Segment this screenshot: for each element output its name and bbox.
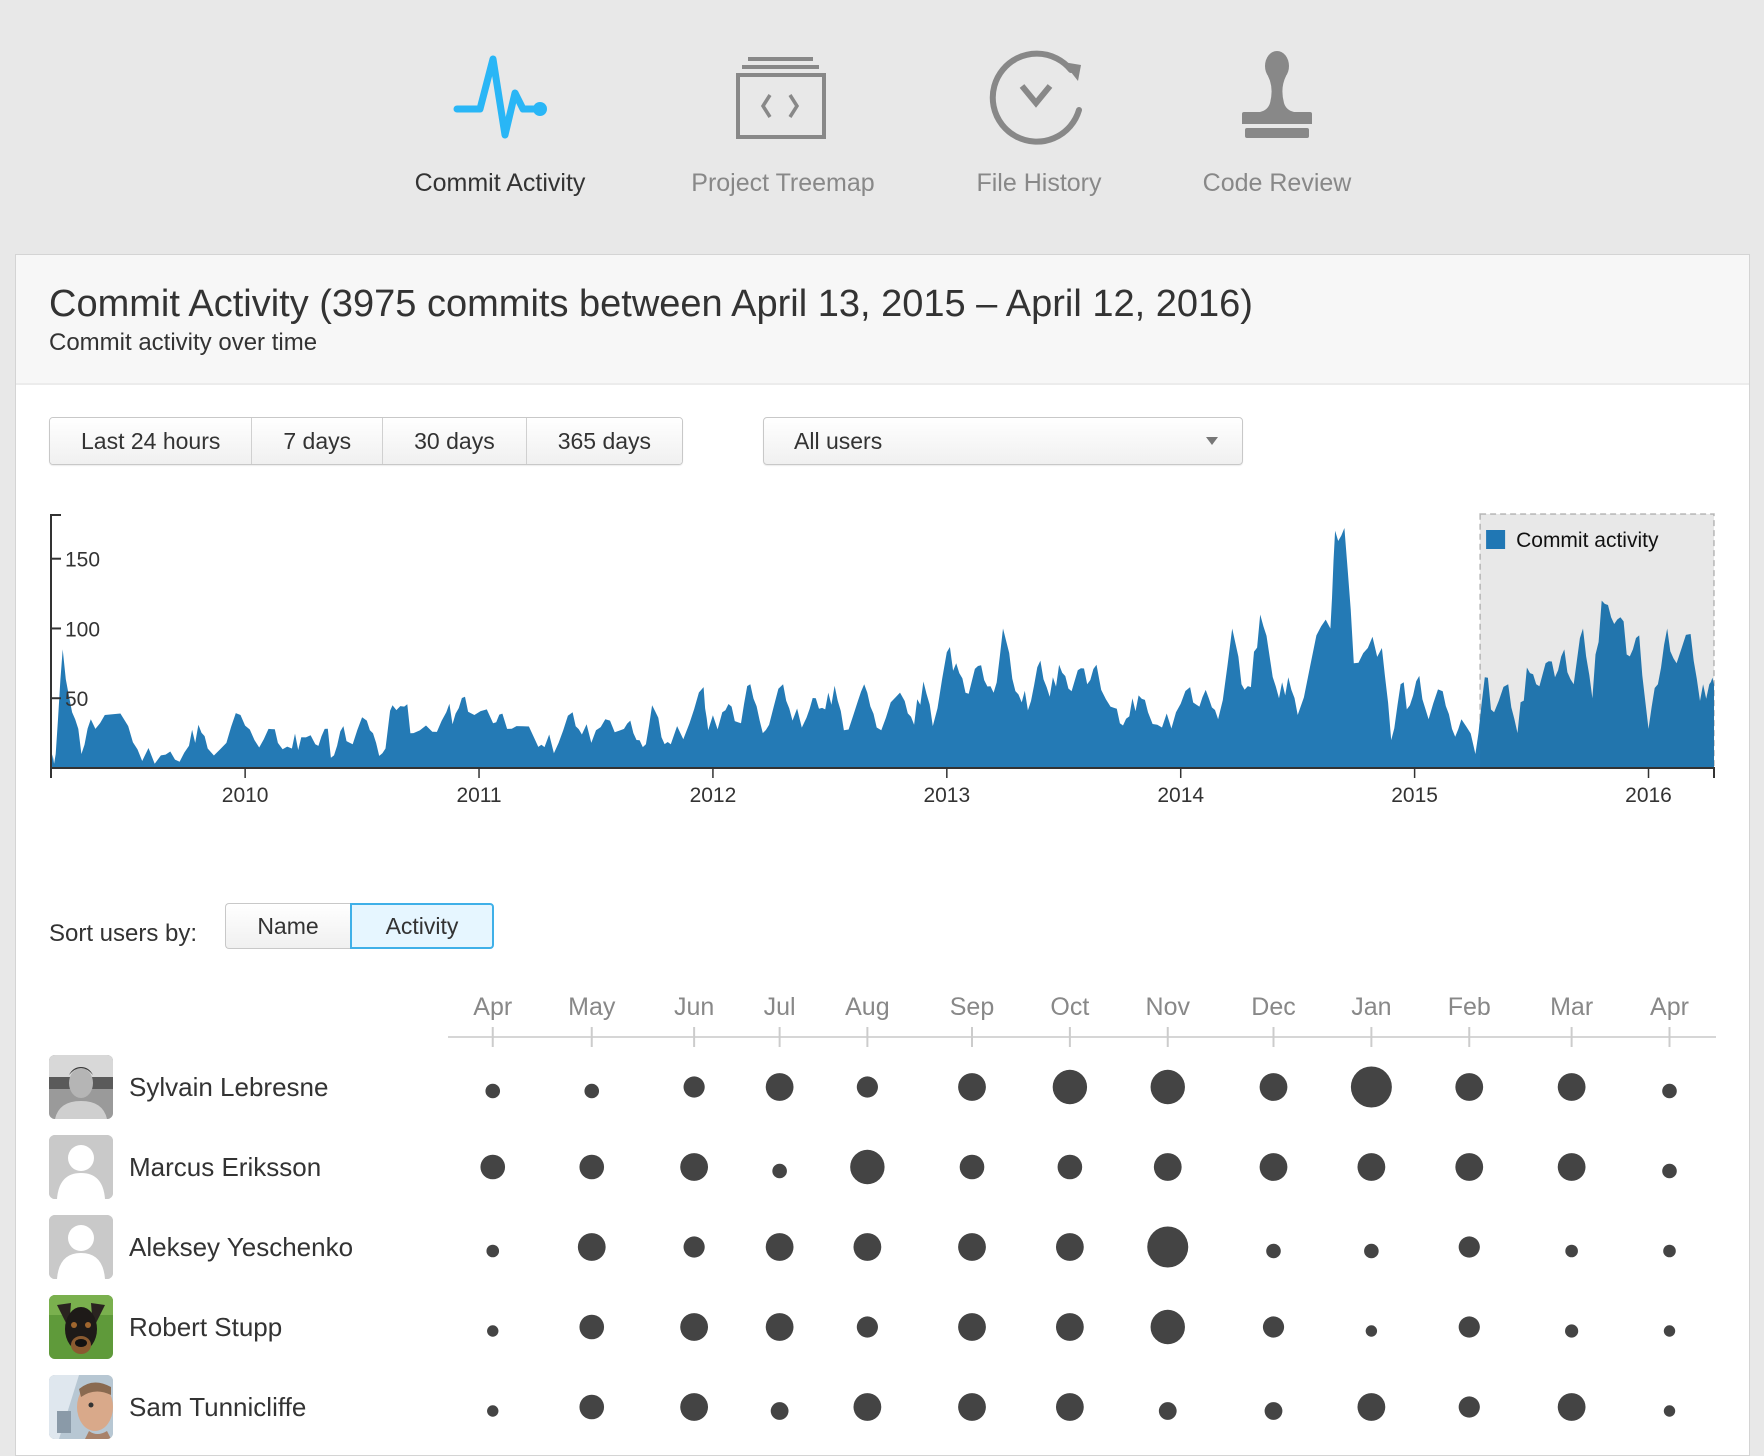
nav-label: Commit Activity bbox=[414, 169, 586, 197]
activity-dot bbox=[958, 1233, 986, 1261]
activity-dot bbox=[486, 1244, 500, 1258]
pulse-icon bbox=[390, 40, 610, 155]
month-label: May bbox=[568, 993, 616, 1021]
activity-dot bbox=[1052, 1069, 1088, 1105]
activity-dot bbox=[765, 1233, 794, 1261]
activity-dot bbox=[1455, 1153, 1484, 1181]
activity-dot bbox=[1055, 1233, 1084, 1261]
activity-dot bbox=[1150, 1069, 1185, 1105]
activity-dot bbox=[480, 1154, 506, 1180]
activity-dot bbox=[577, 1233, 606, 1261]
month-label: Apr bbox=[473, 993, 512, 1021]
activity-dot bbox=[1565, 1324, 1579, 1338]
activity-dot bbox=[1365, 1325, 1378, 1337]
activity-dot bbox=[680, 1153, 709, 1181]
activity-dot bbox=[856, 1076, 878, 1098]
month-label: Jul bbox=[764, 993, 796, 1021]
activity-dot bbox=[958, 1313, 986, 1341]
nav-code-review[interactable]: Code Review bbox=[1167, 40, 1387, 198]
activity-dot bbox=[579, 1154, 605, 1180]
month-label: Sep bbox=[950, 993, 994, 1021]
month-label: Apr bbox=[1650, 993, 1689, 1021]
activity-dot bbox=[765, 1073, 794, 1101]
activity-dot bbox=[683, 1076, 705, 1098]
activity-dot bbox=[487, 1325, 499, 1337]
month-label: Feb bbox=[1448, 993, 1491, 1021]
nav-label: File History bbox=[976, 169, 1102, 197]
nav-file-history[interactable]: File History bbox=[929, 40, 1149, 198]
activity-dot bbox=[584, 1083, 600, 1099]
month-label: Mar bbox=[1550, 993, 1593, 1021]
month-label: Dec bbox=[1251, 993, 1295, 1021]
nav-project-treemap[interactable]: Project Treemap bbox=[673, 40, 893, 198]
activity-dot bbox=[1153, 1153, 1182, 1181]
month-label: Jun bbox=[674, 993, 714, 1021]
activity-dot bbox=[680, 1393, 709, 1421]
history-clock-icon bbox=[929, 40, 1149, 155]
activity-dot bbox=[856, 1316, 878, 1338]
month-label: Aug bbox=[845, 993, 889, 1021]
activity-dot bbox=[1266, 1243, 1281, 1259]
activity-dot bbox=[853, 1233, 882, 1261]
activity-dot bbox=[1565, 1244, 1578, 1258]
activity-dot bbox=[579, 1394, 605, 1420]
month-label: Jan bbox=[1351, 993, 1391, 1021]
activity-dot bbox=[765, 1313, 794, 1341]
activity-dot bbox=[1662, 1163, 1677, 1179]
activity-dot bbox=[683, 1236, 705, 1258]
nav-label: Code Review bbox=[1202, 169, 1352, 197]
activity-dot bbox=[1662, 1083, 1677, 1099]
activity-dot bbox=[680, 1313, 709, 1341]
activity-dot bbox=[1259, 1073, 1288, 1101]
activity-dot bbox=[1350, 1066, 1392, 1108]
activity-dot bbox=[1663, 1405, 1676, 1417]
activity-dot bbox=[1557, 1153, 1586, 1181]
commit-activity-panel: Commit Activity (3975 commits between Ap… bbox=[15, 254, 1750, 1456]
activity-dot bbox=[958, 1393, 986, 1421]
activity-dot bbox=[959, 1154, 985, 1180]
activity-dot bbox=[1557, 1393, 1586, 1421]
activity-dot bbox=[1458, 1316, 1480, 1338]
activity-dot bbox=[1364, 1243, 1379, 1259]
month-label: Oct bbox=[1050, 993, 1089, 1021]
activity-dot bbox=[1458, 1236, 1480, 1258]
activity-dot bbox=[1150, 1309, 1185, 1345]
activity-dot bbox=[485, 1083, 501, 1099]
activity-dot bbox=[770, 1402, 789, 1420]
activity-dot bbox=[487, 1405, 499, 1417]
activity-dot bbox=[1259, 1153, 1288, 1181]
activity-dot bbox=[1055, 1313, 1084, 1341]
activity-dot bbox=[853, 1393, 882, 1421]
activity-dot bbox=[1663, 1325, 1676, 1337]
stamp-icon bbox=[1167, 40, 1387, 155]
month-label: Nov bbox=[1146, 993, 1191, 1021]
code-window-icon bbox=[673, 40, 893, 155]
activity-dot bbox=[1264, 1402, 1283, 1420]
user-activity-matrix: Apr May Jun Jul Aug Sep Oct Nov Dec Jan Feb Mar Apr bbox=[448, 993, 1716, 1421]
activity-dot bbox=[1262, 1316, 1285, 1338]
nav-commit-activity[interactable]: Commit Activity bbox=[390, 40, 610, 198]
activity-dot bbox=[1055, 1393, 1084, 1421]
activity-dot bbox=[1147, 1226, 1189, 1268]
activity-dot bbox=[850, 1149, 885, 1185]
activity-dot bbox=[1357, 1393, 1386, 1421]
activity-dot bbox=[579, 1314, 605, 1340]
activity-dot bbox=[1057, 1154, 1083, 1180]
activity-dot bbox=[1158, 1402, 1177, 1420]
activity-dot bbox=[772, 1163, 787, 1179]
activity-dot bbox=[958, 1073, 986, 1101]
activity-dot bbox=[1458, 1396, 1480, 1418]
nav-label: Project Treemap bbox=[691, 169, 875, 197]
activity-dot bbox=[1663, 1244, 1676, 1258]
activity-dot bbox=[1357, 1153, 1386, 1181]
activity-dot bbox=[1557, 1073, 1586, 1101]
activity-dot bbox=[1455, 1073, 1484, 1101]
